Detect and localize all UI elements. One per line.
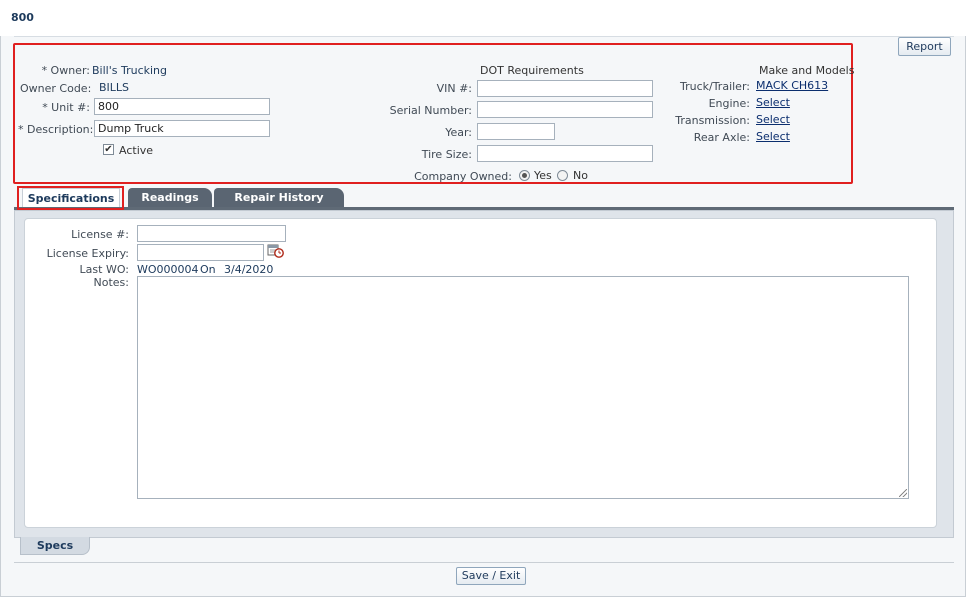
specifications-tab-highlight: [17, 186, 124, 210]
owner-label: * Owner:: [41, 64, 90, 77]
rear-axle-select-link[interactable]: Select: [756, 130, 790, 143]
license-input[interactable]: [137, 225, 286, 242]
company-owned-label: Company Owned:: [414, 170, 512, 183]
tire-size-label: Tire Size:: [421, 148, 472, 161]
tab-strip: [14, 207, 954, 210]
save-exit-button[interactable]: Save / Exit: [456, 567, 526, 585]
last-wo-label: Last WO:: [79, 263, 129, 276]
truck-trailer-label: Truck/Trailer:: [679, 80, 750, 93]
make-models-heading: Make and Models: [759, 64, 855, 77]
description-label: * Description:: [18, 123, 94, 136]
license-expiry-label: License Expiry:: [46, 247, 129, 260]
transmission-label: Transmission:: [675, 114, 750, 127]
license-label: License #:: [71, 228, 129, 241]
resize-grip-icon[interactable]: [899, 489, 907, 497]
notes-label: Notes:: [93, 276, 129, 289]
notes-textarea[interactable]: [137, 276, 909, 499]
last-wo-number: WO000004: [137, 263, 199, 276]
year-input[interactable]: [477, 123, 555, 140]
company-owned-yes-radio[interactable]: [519, 170, 530, 181]
company-owned-no-radio[interactable]: [557, 170, 568, 181]
engine-label: Engine:: [708, 97, 750, 110]
engine-select-link[interactable]: Select: [756, 96, 790, 109]
title-bar: [0, 0, 966, 36]
last-wo-on: On: [200, 263, 216, 276]
vin-label: VIN #:: [436, 82, 472, 95]
unit-label: * Unit #:: [42, 101, 90, 114]
tire-size-input[interactable]: [477, 145, 653, 162]
transmission-select-link[interactable]: Select: [756, 113, 790, 126]
specs-bottom-tab[interactable]: Specs: [20, 537, 90, 555]
year-label: Year:: [445, 126, 472, 139]
owner-value: Bill's Trucking: [92, 64, 167, 77]
active-checkbox[interactable]: ✔: [103, 144, 114, 155]
report-button[interactable]: Report: [898, 37, 951, 56]
last-wo-date: 3/4/2020: [224, 263, 274, 276]
serial-label: Serial Number:: [389, 104, 472, 117]
vin-input[interactable]: [477, 80, 653, 97]
unit-input[interactable]: [94, 98, 270, 115]
tab-readings[interactable]: Readings: [128, 188, 212, 207]
company-owned-no-label: No: [573, 169, 588, 182]
divider: [14, 36, 954, 37]
license-expiry-input[interactable]: [137, 244, 264, 261]
owner-code-value: BILLS: [99, 81, 130, 94]
owner-code-label: Owner Code:: [20, 82, 92, 95]
active-label: Active: [119, 144, 154, 157]
dot-heading: DOT Requirements: [480, 64, 584, 77]
footer-divider: [14, 562, 954, 563]
calendar-clock-icon[interactable]: [267, 243, 284, 258]
page-title: 800: [11, 11, 34, 24]
company-owned-yes-label: Yes: [534, 169, 552, 182]
truck-trailer-link[interactable]: MACK CH613: [756, 79, 828, 92]
description-input[interactable]: [94, 120, 270, 137]
tab-repair-history[interactable]: Repair History: [214, 188, 344, 207]
serial-input[interactable]: [477, 101, 653, 118]
rear-axle-label: Rear Axle:: [693, 131, 750, 144]
